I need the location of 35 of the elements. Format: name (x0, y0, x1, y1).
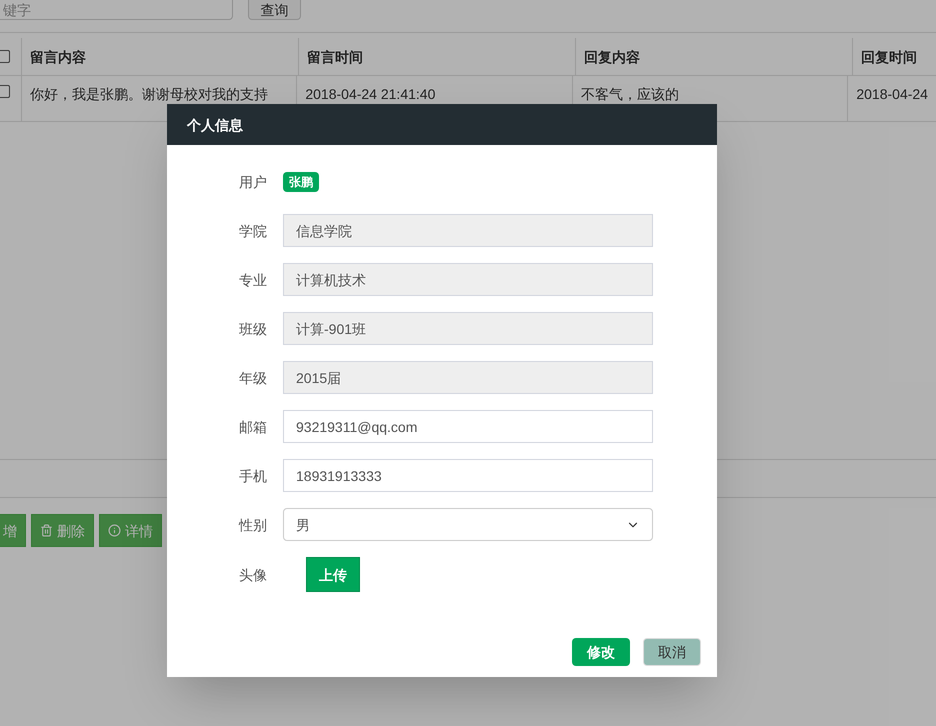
column-header: 留言时间 (307, 48, 363, 66)
field-label: 手机 (238, 466, 268, 486)
column-header: 回复内容 (584, 48, 640, 66)
input-field[interactable]: 18931913333 (283, 459, 653, 492)
field-label: 性别 (238, 516, 268, 534)
table-cell: 2018-04-24 21:41:40 (305, 86, 436, 102)
field-label: 邮箱 (238, 418, 268, 436)
trash-icon (40, 524, 53, 537)
query-button[interactable]: 查询 (248, 0, 301, 20)
field-label: 学院 (238, 222, 268, 240)
column-header: 回复时间 (861, 48, 917, 66)
cancel-button[interactable]: 取消 (643, 638, 701, 666)
gender-select[interactable]: 男 (283, 508, 653, 541)
user-badge: 张鹏 (283, 172, 319, 192)
upload-button[interactable]: 上传 (306, 557, 360, 592)
dialog-title: 个人信息 (187, 116, 243, 134)
submit-button[interactable]: 修改 (572, 638, 630, 666)
field-label: 年级 (238, 368, 268, 388)
info-icon (108, 524, 121, 537)
checkbox[interactable] (0, 50, 10, 63)
field-label: 用户 (238, 172, 268, 192)
field-label: 头像 (238, 566, 268, 584)
table-cell: 2018-04-24 (856, 86, 928, 102)
field-label: 班级 (238, 320, 268, 338)
search-field[interactable]: 键字 (0, 0, 233, 20)
input-field[interactable]: 93219311@qq.com (283, 410, 653, 443)
readonly-field: 信息学院 (283, 214, 653, 247)
checkbox[interactable] (0, 85, 10, 98)
field-label: 专业 (238, 270, 268, 290)
readonly-field: 2015届 (283, 361, 653, 394)
table-cell: 你好，我是张鹏。谢谢母校对我的支持 (30, 86, 268, 102)
column-header: 留言内容 (30, 48, 86, 66)
readonly-field: 计算-901班 (283, 312, 653, 345)
table-cell: 不客气，应该的 (580, 86, 679, 102)
readonly-field: 计算机技术 (283, 263, 653, 296)
